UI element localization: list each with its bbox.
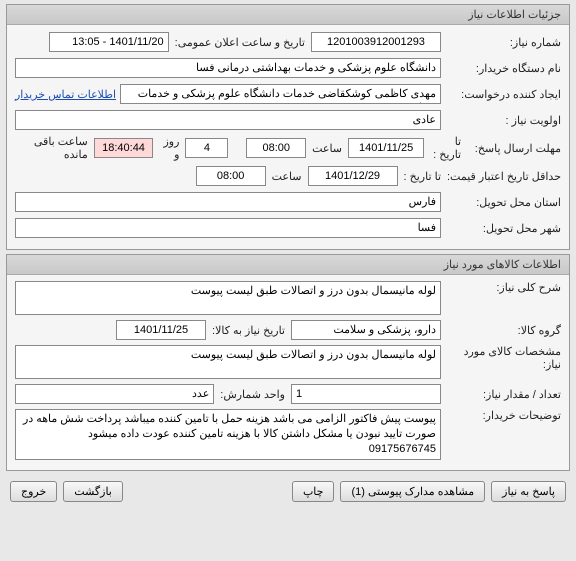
buyer-notes-value: پیوست پیش فاکتور الزامی می باشد هزینه حم… [15,409,441,460]
need-details-panel: جزئیات اطلاعات نیاز شماره نیاز: 12010039… [6,4,570,250]
price-validity-todate-label: تا تاریخ : [398,170,441,183]
desc-label: شرح کلی نیاز: [441,281,561,294]
priority-value: عادی [15,110,441,130]
attachments-button[interactable]: مشاهده مدارک پیوستی (1) [340,481,485,502]
unit-label: واحد شمارش: [214,388,291,401]
days-and-label: روز و [153,135,185,161]
desc-value: لوله مانیسمال بدون درز و اتصالات طبق لیس… [15,281,441,315]
deadline-label: مهلت ارسال پاسخ: [461,142,561,155]
panel1-header: جزئیات اطلاعات نیاز [7,5,569,25]
announce-value: 1401/11/20 - 13:05 [49,32,169,52]
announce-label: تاریخ و ساعت اعلان عمومی: [169,36,311,49]
spec-label: مشخصات کالای مورد نیاز: [441,345,561,371]
deadline-todate-label: تا تاریخ : [424,135,461,161]
priority-label: اولویت نیاز : [441,114,561,127]
button-bar: پاسخ به نیاز مشاهده مدارک پیوستی (1) چاپ… [0,475,576,508]
exit-button[interactable]: خروج [10,481,57,502]
need-date-label: تاریخ نیاز به کالا: [206,324,291,337]
need-date-value: 1401/11/25 [116,320,206,340]
deadline-time: 08:00 [246,138,306,158]
price-validity-label: حداقل تاریخ اعتبار قیمت: [441,170,561,183]
buyer-label: نام دستگاه خریدار: [441,62,561,75]
city-label: شهر محل تحویل: [441,222,561,235]
remain-days: 4 [185,138,228,158]
print-button[interactable]: چاپ [292,481,335,502]
requester-value: مهدی کاظمی کوشکقاضی خدمات دانشگاه علوم پ… [120,84,441,104]
back-button[interactable]: بازگشت [63,481,123,502]
unit-value: عدد [15,384,214,404]
deadline-date: 1401/11/25 [348,138,424,158]
group-label: گروه کالا: [441,324,561,337]
contact-link[interactable]: اطلاعات تماس خریدار [15,88,116,101]
need-no-label: شماره نیاز: [441,36,561,49]
qty-value: 1 [291,384,441,404]
respond-button[interactable]: پاسخ به نیاز [491,481,566,502]
province-value: فارس [15,192,441,212]
province-label: استان محل تحویل: [441,196,561,209]
price-validity-date: 1401/12/29 [308,166,398,186]
remain-suffix: ساعت باقی مانده [15,135,94,161]
spec-value: لوله مانیسمال بدون درز و اتصالات طبق لیس… [15,345,441,379]
buyer-notes-label: توضیحات خریدار: [441,409,561,422]
price-validity-time-label: ساعت [266,170,308,183]
requester-label: ایجاد کننده درخواست: [441,88,561,101]
qty-label: تعداد / مقدار نیاز: [441,388,561,401]
city-value: فسا [15,218,441,238]
panel2-header: اطلاعات کالاهای مورد نیاز [7,255,569,275]
group-value: دارو، پزشکی و سلامت [291,320,441,340]
deadline-time-label: ساعت [306,142,348,155]
goods-info-panel: اطلاعات کالاهای مورد نیاز شرح کلی نیاز: … [6,254,570,471]
buyer-value: دانشگاه علوم پزشکی و خدمات بهداشتی درمان… [15,58,441,78]
price-validity-time: 08:00 [196,166,266,186]
need-no-value: 1201003912001293 [311,32,441,52]
remain-time: 18:40:44 [94,138,154,158]
